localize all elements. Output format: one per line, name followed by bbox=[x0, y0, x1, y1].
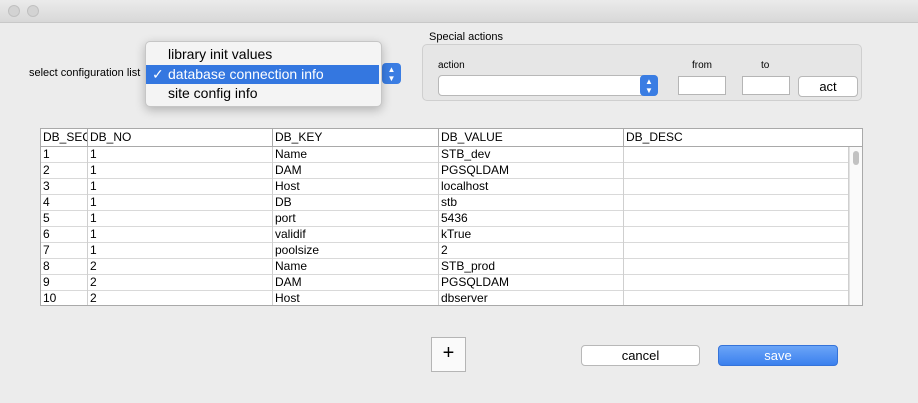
from-label: from bbox=[692, 60, 712, 71]
chevron-down-icon: ▼ bbox=[387, 74, 396, 83]
table-row[interactable]: 4 1 DB stb bbox=[41, 195, 849, 211]
cell-db-no[interactable]: 1 bbox=[88, 211, 273, 227]
cell-db-desc[interactable] bbox=[624, 291, 849, 305]
cell-db-desc[interactable] bbox=[624, 227, 849, 243]
cell-db-key[interactable]: Name bbox=[273, 259, 439, 275]
cell-db-value[interactable]: localhost bbox=[439, 179, 624, 195]
column-header-db-value[interactable]: DB_VALUE bbox=[439, 129, 624, 146]
table-header: DB_SEQ DB_NO DB_KEY DB_VALUE DB_DESC bbox=[41, 129, 862, 147]
table-row[interactable]: 9 2 DAM PGSQLDAM bbox=[41, 275, 849, 291]
chevron-up-icon: ▲ bbox=[387, 65, 396, 74]
cell-db-desc[interactable] bbox=[624, 163, 849, 179]
cell-db-value[interactable]: dbserver bbox=[439, 291, 624, 305]
cell-db-no[interactable]: 1 bbox=[88, 243, 273, 259]
cell-db-value[interactable]: PGSQLDAM bbox=[439, 275, 624, 291]
minimize-window-button[interactable] bbox=[27, 5, 39, 17]
table-row[interactable]: 7 1 poolsize 2 bbox=[41, 243, 849, 259]
cell-db-value[interactable]: STB_dev bbox=[439, 147, 624, 163]
column-header-db-seq[interactable]: DB_SEQ bbox=[41, 129, 88, 146]
table-vertical-scrollbar[interactable] bbox=[849, 147, 862, 305]
config-option-label: site config info bbox=[168, 85, 258, 101]
to-label: to bbox=[761, 60, 770, 71]
table-row[interactable]: 8 2 Name STB_prod bbox=[41, 259, 849, 275]
cell-db-seq[interactable]: 8 bbox=[41, 259, 88, 275]
cell-db-no[interactable]: 1 bbox=[88, 179, 273, 195]
action-select-arrows[interactable]: ▲ ▼ bbox=[640, 75, 658, 96]
cell-db-no[interactable]: 1 bbox=[88, 195, 273, 211]
cell-db-desc[interactable] bbox=[624, 179, 849, 195]
act-button[interactable]: act bbox=[798, 76, 858, 97]
action-label: action bbox=[438, 60, 465, 71]
config-option-label: database connection info bbox=[168, 66, 324, 82]
config-option-site-config-info[interactable]: site config info bbox=[146, 84, 379, 103]
cell-db-desc[interactable] bbox=[624, 243, 849, 259]
config-option-label: library init values bbox=[168, 46, 273, 62]
cell-db-value[interactable]: stb bbox=[439, 195, 624, 211]
cell-db-seq[interactable]: 4 bbox=[41, 195, 88, 211]
from-field[interactable] bbox=[678, 76, 726, 95]
cell-db-key[interactable]: DB bbox=[273, 195, 439, 211]
special-actions-title: Special actions bbox=[429, 31, 503, 43]
table-row[interactable]: 10 2 Host dbserver bbox=[41, 291, 849, 305]
save-button[interactable]: save bbox=[718, 345, 838, 366]
table-row[interactable]: 5 1 port 5436 bbox=[41, 211, 849, 227]
cell-db-no[interactable]: 2 bbox=[88, 259, 273, 275]
cell-db-key[interactable]: Name bbox=[273, 147, 439, 163]
cell-db-seq[interactable]: 10 bbox=[41, 291, 88, 305]
cell-db-desc[interactable] bbox=[624, 147, 849, 163]
cell-db-no[interactable]: 1 bbox=[88, 227, 273, 243]
cell-db-seq[interactable]: 7 bbox=[41, 243, 88, 259]
cell-db-key[interactable]: DAM bbox=[273, 163, 439, 179]
column-header-db-no[interactable]: DB_NO bbox=[88, 129, 273, 146]
cell-db-key[interactable]: Host bbox=[273, 291, 439, 305]
cell-db-value[interactable]: 5436 bbox=[439, 211, 624, 227]
cell-db-no[interactable]: 1 bbox=[88, 147, 273, 163]
chevron-up-icon: ▲ bbox=[645, 77, 653, 86]
cell-db-seq[interactable]: 3 bbox=[41, 179, 88, 195]
config-list-popup-arrows[interactable]: ▲ ▼ bbox=[382, 63, 401, 84]
config-table[interactable]: DB_SEQ DB_NO DB_KEY DB_VALUE DB_DESC 11N… bbox=[40, 128, 863, 306]
cell-db-seq[interactable]: 2 bbox=[41, 163, 88, 179]
table-row[interactable]: 1 1 Name STB_dev bbox=[41, 147, 849, 163]
cell-db-no[interactable]: 1 bbox=[88, 163, 273, 179]
cell-db-desc[interactable] bbox=[624, 275, 849, 291]
cell-db-no[interactable]: 2 bbox=[88, 275, 273, 291]
config-list-dropdown[interactable]: library init values ✓ database connectio… bbox=[145, 41, 382, 107]
cell-db-desc[interactable] bbox=[624, 195, 849, 211]
add-row-button[interactable]: + bbox=[431, 337, 466, 372]
cell-db-key[interactable]: DAM bbox=[273, 275, 439, 291]
cell-db-value[interactable]: 2 bbox=[439, 243, 624, 259]
table-row[interactable]: 3 1 Host localhost bbox=[41, 179, 849, 195]
cell-db-desc[interactable] bbox=[624, 211, 849, 227]
table-row[interactable]: 2 1 DAM PGSQLDAM bbox=[41, 163, 849, 179]
cancel-button[interactable]: cancel bbox=[581, 345, 700, 366]
scrollbar-thumb[interactable] bbox=[853, 151, 859, 165]
to-field[interactable] bbox=[742, 76, 790, 95]
cell-db-value[interactable]: PGSQLDAM bbox=[439, 163, 624, 179]
column-header-db-key[interactable]: DB_KEY bbox=[273, 129, 439, 146]
cell-db-key[interactable]: poolsize bbox=[273, 243, 439, 259]
cell-db-seq[interactable]: 1 bbox=[41, 147, 88, 163]
cell-db-no[interactable]: 2 bbox=[88, 291, 273, 305]
column-header-db-desc[interactable]: DB_DESC bbox=[624, 129, 862, 146]
checkmark-icon: ✓ bbox=[152, 66, 164, 82]
cell-db-value[interactable]: STB_prod bbox=[439, 259, 624, 275]
cell-db-key[interactable]: Host bbox=[273, 179, 439, 195]
cell-db-seq[interactable]: 5 bbox=[41, 211, 88, 227]
cell-db-key[interactable]: validif bbox=[273, 227, 439, 243]
cell-db-seq[interactable]: 6 bbox=[41, 227, 88, 243]
chevron-down-icon: ▼ bbox=[645, 86, 653, 95]
config-option-database-connection-info[interactable]: ✓ database connection info bbox=[146, 65, 379, 84]
config-option-library-init-values[interactable]: library init values bbox=[146, 45, 379, 64]
cell-db-value[interactable]: kTrue bbox=[439, 227, 624, 243]
table-row[interactable]: 6 1 validif kTrue bbox=[41, 227, 849, 243]
cell-db-key[interactable]: port bbox=[273, 211, 439, 227]
close-window-button[interactable] bbox=[8, 5, 20, 17]
cell-db-desc[interactable] bbox=[624, 259, 849, 275]
window-titlebar bbox=[0, 0, 918, 23]
action-select[interactable]: ▲ ▼ bbox=[438, 75, 658, 96]
cell-db-seq[interactable]: 9 bbox=[41, 275, 88, 291]
config-list-label: select configuration list bbox=[29, 67, 141, 79]
